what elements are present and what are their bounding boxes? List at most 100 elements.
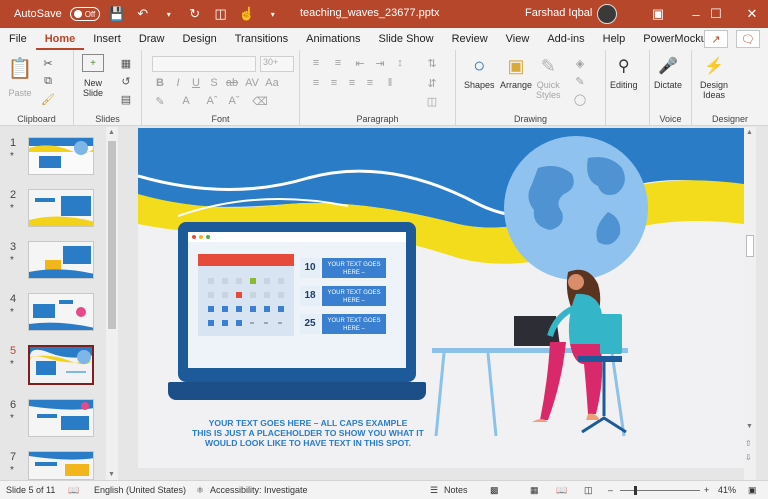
normal-view-icon[interactable]: ▩ — [490, 485, 499, 496]
accessibility-status[interactable]: Accessibility: Investigate — [210, 485, 308, 495]
dictate-button[interactable]: 🎤 Dictate — [654, 54, 682, 90]
chevron-down-icon[interactable]: ▾ — [160, 5, 178, 23]
fit-slide-icon[interactable]: ▣ — [748, 485, 757, 496]
font-color-icon[interactable]: A — [178, 94, 194, 108]
scroll-down-icon[interactable]: ▼ — [746, 423, 753, 430]
scroll-up-icon[interactable]: ▲ — [746, 129, 753, 136]
present-icon[interactable]: ◫ — [212, 5, 230, 23]
quick-styles-button[interactable]: ✎ Quick Styles — [536, 54, 561, 101]
slide-sorter-icon[interactable]: ▦ — [530, 485, 539, 496]
paste-button[interactable]: 📋 Paste — [8, 56, 33, 99]
slide-thumbnail-3[interactable] — [28, 241, 94, 279]
share-icon[interactable]: ↗ — [704, 30, 728, 48]
slide-canvas[interactable]: 10 YOUR TEXT GOES HERE – 18 YOUR TEXT GOE… — [138, 128, 744, 468]
redo-icon[interactable]: ↻ — [186, 5, 204, 23]
section-icon[interactable]: ▤ — [118, 92, 134, 106]
shape-effects-icon[interactable]: ◯ — [572, 92, 588, 106]
shapes-button[interactable]: ○ Shapes — [464, 54, 495, 91]
underline-icon[interactable]: U — [188, 76, 204, 90]
slide-thumbnail-4[interactable] — [28, 293, 94, 331]
italic-icon[interactable]: I — [170, 76, 186, 90]
slide-caption[interactable]: YOUR TEXT GOES HERE – ALL CAPS EXAMPLE T… — [158, 418, 458, 448]
tab-insert[interactable]: Insert — [84, 28, 130, 50]
cut-icon[interactable]: ✂ — [40, 56, 56, 70]
tab-transitions[interactable]: Transitions — [226, 28, 297, 50]
font-name-box[interactable] — [152, 56, 256, 72]
slide-thumbnail-7[interactable] — [28, 451, 94, 480]
clear-formatting-icon[interactable]: ⌫ — [252, 94, 268, 108]
undo-icon[interactable]: ↶ — [134, 5, 152, 23]
slide-thumbnail-5[interactable] — [28, 345, 94, 385]
align-right-icon[interactable]: ≡ — [344, 76, 360, 90]
columns-icon[interactable]: ‖ — [382, 76, 398, 90]
font-size-box[interactable]: 30+ — [260, 56, 294, 72]
change-case-icon[interactable]: Aa — [264, 76, 280, 90]
reset-icon[interactable]: ↺ — [118, 74, 134, 88]
slide-scrollbar[interactable]: ▲ ▼ ⇧ ⇩ — [744, 127, 756, 480]
comments-icon[interactable]: 🗨 — [736, 30, 760, 48]
new-slide-button[interactable]: + New Slide — [82, 54, 104, 98]
maximize-icon[interactable]: ☐ — [698, 0, 734, 28]
editing-button[interactable]: ⚲ Editing — [610, 54, 638, 90]
increase-indent-icon[interactable]: ⇥ — [372, 56, 388, 70]
notes-button[interactable]: Notes — [444, 485, 468, 495]
highlight-icon[interactable]: ✎ — [152, 94, 168, 108]
spelling-icon[interactable]: 📖 — [68, 485, 79, 496]
scrollbar-thumb[interactable] — [108, 141, 116, 329]
tab-animations[interactable]: Animations — [297, 28, 369, 50]
decrease-font-icon[interactable]: Aˇ — [226, 94, 242, 108]
autosave-toggle[interactable]: Off — [69, 7, 100, 21]
shape-fill-icon[interactable]: ◈ — [572, 56, 588, 70]
reading-view-icon[interactable]: 📖 — [556, 485, 567, 496]
touch-mode-icon[interactable]: ☝ — [238, 5, 256, 23]
scroll-down-icon[interactable]: ▼ — [108, 471, 115, 478]
tab-file[interactable]: File — [0, 28, 36, 50]
align-left-icon[interactable]: ≡ — [308, 76, 324, 90]
slide-thumbnail-2[interactable] — [28, 189, 94, 227]
line-spacing-icon[interactable]: ↕ — [392, 56, 408, 70]
scrollbar-thumb[interactable] — [746, 235, 754, 257]
tab-home[interactable]: Home — [35, 28, 85, 50]
zoom-out-icon[interactable]: – — [608, 485, 613, 495]
bullets-icon[interactable]: ≡ — [308, 56, 324, 70]
strikethrough-icon[interactable]: ab — [224, 76, 240, 90]
tab-slide-show[interactable]: Slide Show — [370, 28, 443, 50]
numbering-icon[interactable]: ≡ — [330, 56, 346, 70]
user-name[interactable]: Farshad Iqbal — [525, 7, 592, 19]
zoom-in-icon[interactable]: + — [704, 485, 709, 495]
avatar[interactable] — [597, 4, 617, 24]
close-icon[interactable]: ✕ — [734, 0, 768, 28]
align-text-icon[interactable]: ⇵ — [424, 76, 440, 90]
design-ideas-button[interactable]: ⚡ Design Ideas — [700, 54, 728, 100]
tab-add-ins[interactable]: Add-ins — [538, 28, 593, 50]
zoom-slider[interactable] — [620, 486, 700, 495]
increase-font-icon[interactable]: Aˆ — [204, 94, 220, 108]
tab-design[interactable]: Design — [173, 28, 225, 50]
customize-qat-icon[interactable]: ▾ — [264, 5, 282, 23]
zoom-level[interactable]: 41% — [718, 485, 736, 495]
layout-icon[interactable]: ▦ — [118, 56, 134, 70]
tab-draw[interactable]: Draw — [130, 28, 174, 50]
language-status[interactable]: English (United States) — [94, 485, 186, 495]
tab-help[interactable]: Help — [594, 28, 635, 50]
scroll-up-icon[interactable]: ▲ — [108, 129, 115, 136]
next-slide-icon[interactable]: ⇩ — [745, 453, 752, 462]
justify-icon[interactable]: ≡ — [362, 76, 378, 90]
slide-thumbnail-1[interactable] — [28, 137, 94, 175]
save-icon[interactable]: 💾 — [108, 5, 126, 23]
slideshow-view-icon[interactable]: ◫ — [584, 485, 593, 496]
shadow-icon[interactable]: S — [206, 76, 222, 90]
align-center-icon[interactable]: ≡ — [326, 76, 342, 90]
copy-icon[interactable]: ⧉ — [40, 74, 56, 88]
decrease-indent-icon[interactable]: ⇤ — [352, 56, 368, 70]
text-direction-icon[interactable]: ⇅ — [424, 56, 440, 70]
slide-thumbnail-6[interactable] — [28, 399, 94, 437]
char-spacing-icon[interactable]: AV — [244, 76, 260, 90]
zoom-slider-handle[interactable] — [634, 486, 637, 495]
shape-outline-icon[interactable]: ✎ — [572, 74, 588, 88]
arrange-button[interactable]: ▣ Arrange — [500, 54, 532, 91]
thumbnail-scrollbar[interactable]: ▲ ▼ — [106, 127, 118, 480]
tab-view[interactable]: View — [497, 28, 539, 50]
bold-icon[interactable]: B — [152, 76, 168, 90]
tab-review[interactable]: Review — [443, 28, 497, 50]
